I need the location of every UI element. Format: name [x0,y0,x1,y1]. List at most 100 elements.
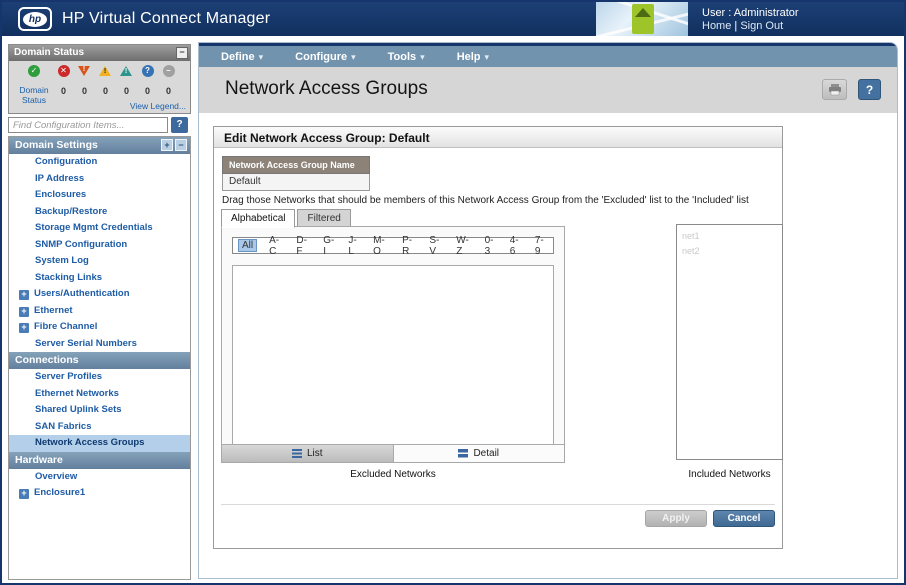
menu-bar: Define▾ Configure▾ Tools▾ Help▾ [199,43,897,67]
user-label: User : Administrator [702,7,799,20]
section-domain-settings[interactable]: Domain Settings + − [9,137,190,154]
search-row: ? [8,117,191,133]
link-divider: | [734,20,737,32]
excluded-networks-list[interactable] [232,265,554,445]
search-input[interactable] [8,117,168,133]
alpha-filter-s-v[interactable]: S-V [427,235,444,257]
sidebar-item-users-authentication[interactable]: +Users/Authentication [9,286,190,303]
sidebar-item-server-serial-numbers[interactable]: Server Serial Numbers [9,336,190,353]
group-name-field[interactable]: Default [222,174,370,191]
search-help-button[interactable]: ? [171,117,188,133]
name-column-header: Network Access Group Name [222,156,370,174]
print-button[interactable] [822,79,847,100]
alpha-filter-4-6[interactable]: 4-6 [508,235,523,257]
main-region: Define▾ Configure▾ Tools▾ Help▾ Network … [198,42,898,579]
alpha-filter-0-3[interactable]: 0-3 [483,235,498,257]
expand-icon[interactable]: + [19,489,29,499]
alpha-filter-g-i[interactable]: G-I [321,235,336,257]
sidebar-item-network-access-groups[interactable]: Network Access Groups [9,435,190,452]
edit-network-access-group-panel: Edit Network Access Group: Default Netwo… [213,126,783,549]
included-network-item[interactable]: net2 [682,244,782,259]
domain-status-title: Domain Status [14,47,84,58]
sidebar-item-backup-restore[interactable]: Backup/Restore [9,204,190,221]
list-view-button[interactable]: List [222,445,394,462]
ok-status-icon: ✓ [28,65,40,77]
expand-all-button[interactable]: + [161,139,173,151]
alpha-filter-p-r[interactable]: P-R [400,235,417,257]
sidebar-item-ethernet-networks[interactable]: Ethernet Networks [9,386,190,403]
unknown-count: 0 [158,86,179,96]
major-status-icon: ! [78,65,91,77]
alpha-filter-d-f[interactable]: D-F [294,235,311,257]
alpha-filter-m-o[interactable]: M-O [371,235,390,257]
page-title-band: Network Access Groups ? [199,67,897,113]
home-link[interactable]: Home [702,20,731,32]
sidebar-item-san-fabrics[interactable]: SAN Fabrics [9,419,190,436]
included-network-item[interactable]: net1 [682,229,782,244]
view-legend-link[interactable]: View Legend... [130,101,186,111]
sidebar-item-system-log[interactable]: System Log [9,253,190,270]
panel-title: Edit Network Access Group: Default [214,127,782,148]
signout-link[interactable]: Sign Out [740,20,783,32]
expand-icon[interactable]: + [19,307,29,317]
detail-view-icon [458,449,468,458]
cancel-button[interactable]: Cancel [713,510,775,527]
page-title: Network Access Groups [225,78,428,100]
menu-tools[interactable]: Tools▾ [388,51,425,63]
help-button[interactable]: ? [858,79,881,100]
app-window: hp HP Virtual Connect Manager User : Adm… [0,0,906,585]
sidebar-item-snmp-configuration[interactable]: SNMP Configuration [9,237,190,254]
tab-alphabetical[interactable]: Alphabetical [221,209,295,228]
sidebar-item-enclosures[interactable]: Enclosures [9,187,190,204]
sidebar-item-shared-uplink-sets[interactable]: Shared Uplink Sets [9,402,190,419]
included-networks-list[interactable]: net1 net2 [676,224,783,460]
excluded-networks-label: Excluded Networks [221,469,565,480]
critical-count: 0 [53,86,74,96]
sidebar-item-stacking-links[interactable]: Stacking Links [9,270,190,287]
detail-view-button[interactable]: Detail [394,445,565,462]
warning-status-icon: ! [99,65,112,77]
info-count: 0 [137,86,158,96]
drag-instruction: Drag those Networks that should be membe… [222,195,749,206]
chevron-down-icon: ▾ [259,52,264,62]
alpha-filter-w-z[interactable]: W-Z [454,235,472,257]
sidebar-item-overview[interactable]: Overview [9,469,190,486]
sidebar-item-ip-address[interactable]: IP Address [9,171,190,188]
sidebar: Domain Status − ✓ Domain Status ✕ 0 [8,44,191,577]
info-status-icon: ? [142,65,154,77]
collapse-all-button[interactable]: − [175,139,187,151]
sidebar-item-server-profiles[interactable]: Server Profiles [9,369,190,386]
alpha-filter-all[interactable]: All [238,239,257,252]
menu-help[interactable]: Help▾ [457,51,489,63]
sidebar-item-enclosure1[interactable]: +Enclosure1 [9,485,190,502]
sidebar-item-configuration[interactable]: Configuration [9,154,190,171]
warning-count: 0 [95,86,116,96]
header-photo [596,2,688,36]
alpha-filter-j-l[interactable]: J-L [346,235,361,257]
alpha-filter-a-c[interactable]: A-C [267,235,284,257]
sidebar-item-fibre-channel[interactable]: +Fibre Channel [9,319,190,336]
sidebar-item-storage-mgmt-credentials[interactable]: Storage Mgmt Credentials [9,220,190,237]
section-hardware[interactable]: Hardware [9,452,190,469]
domain-status-link[interactable]: Domain Status [15,85,53,105]
domain-status-header: Domain Status − [9,45,190,61]
unknown-status-icon: – [163,65,175,77]
user-info: User : Administrator Home | Sign Out [702,7,799,33]
hp-logo-text: hp [23,12,47,27]
sidebar-item-ethernet[interactable]: +Ethernet [9,303,190,320]
hp-logo-icon: hp [18,7,52,31]
section-connections[interactable]: Connections [9,352,190,369]
included-networks-label: Included Networks [676,469,783,480]
title-bar: hp HP Virtual Connect Manager User : Adm… [2,2,904,36]
chevron-down-icon: ▾ [485,52,490,62]
alpha-filter-7-9[interactable]: 7-9 [533,235,548,257]
apply-button[interactable]: Apply [645,510,707,527]
critical-status-icon: ✕ [58,65,70,77]
menu-configure[interactable]: Configure▾ [295,51,355,63]
minimize-panel-button[interactable]: − [176,47,188,59]
expand-icon[interactable]: + [19,290,29,300]
app-title: HP Virtual Connect Manager [62,10,270,28]
menu-define[interactable]: Define▾ [221,51,263,63]
domain-status-panel: Domain Status − ✓ Domain Status ✕ 0 [8,44,191,114]
expand-icon[interactable]: + [19,323,29,333]
